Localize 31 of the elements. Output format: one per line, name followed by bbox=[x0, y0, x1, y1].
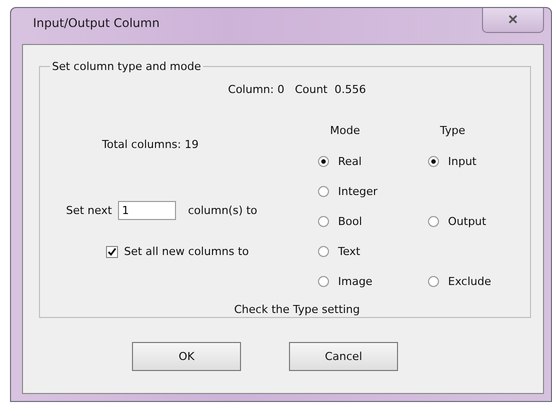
group-legend: Set column type and mode bbox=[50, 60, 204, 73]
radio-label: Integer bbox=[338, 185, 378, 198]
radio-label: Exclude bbox=[448, 275, 492, 288]
status-message: Check the Type setting bbox=[234, 303, 360, 316]
dialog-button[interactable]: OK bbox=[132, 342, 241, 371]
radio-button[interactable] bbox=[318, 186, 329, 197]
radio-label: Image bbox=[338, 275, 372, 288]
set-all-label: Set all new columns to bbox=[124, 245, 249, 258]
set-next-label: Set next bbox=[66, 204, 112, 217]
radio-button[interactable] bbox=[318, 246, 329, 257]
radio-button[interactable] bbox=[428, 216, 439, 227]
dialog-button[interactable]: Cancel bbox=[289, 342, 398, 371]
radio-button[interactable] bbox=[318, 216, 329, 227]
radio-label: Output bbox=[448, 215, 486, 228]
radio-button[interactable] bbox=[428, 276, 439, 287]
total-columns-label: Total columns: 19 bbox=[102, 138, 199, 151]
column-heading: Mode bbox=[330, 124, 360, 137]
radio-button[interactable] bbox=[318, 276, 329, 287]
column-heading: Type bbox=[440, 124, 466, 137]
radio-label: Text bbox=[338, 245, 360, 258]
radio-label: Real bbox=[338, 155, 362, 168]
columns-to-label: column(s) to bbox=[188, 204, 258, 217]
radio-label: Bool bbox=[338, 215, 362, 228]
radio-label: Input bbox=[448, 155, 476, 168]
column-count-field[interactable]: 1 bbox=[118, 201, 176, 220]
close-button[interactable]: ✕ bbox=[482, 8, 544, 32]
radio-button[interactable] bbox=[318, 156, 329, 167]
set-all-checkbox[interactable] bbox=[106, 246, 118, 258]
column-info: Column: 0 Count 0.556 bbox=[228, 83, 366, 96]
radio-button[interactable] bbox=[428, 156, 439, 167]
window-title: Input/Output Column bbox=[33, 16, 160, 30]
